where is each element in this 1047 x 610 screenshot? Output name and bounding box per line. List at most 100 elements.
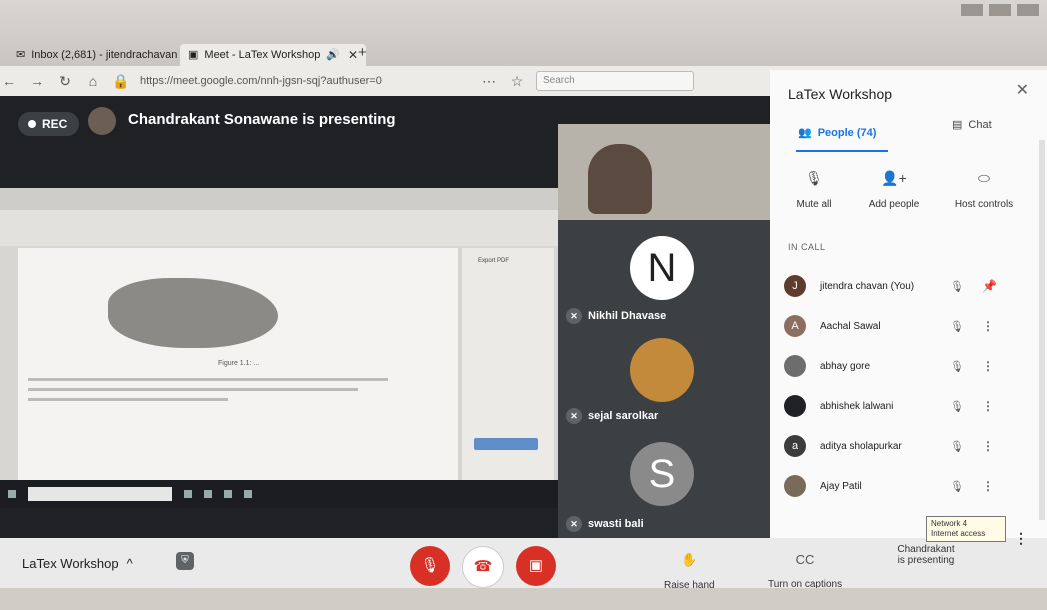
list-item[interactable]: J jitendra chavan (You) 🎙 📌 [784,266,1034,306]
shared-side-pane: Export PDF [462,248,554,480]
participant-avatar: S [630,442,694,506]
text-line [28,398,228,401]
presenting-line-1: Chandrakant [897,544,955,555]
pin-icon[interactable]: 📌 [982,279,997,293]
add-people-label: Add people [868,199,920,210]
mic-off-icon: 🎙 [950,440,964,453]
chat-icon: ▤ [952,119,963,131]
list-item[interactable]: a aditya sholapurkar 🎙 ⋮ [784,426,1034,466]
shield-icon[interactable]: ⛨ [176,552,194,570]
participant-name-label: ✕ sejal sarolkar [566,408,658,424]
meet-icon: ▣ [188,49,199,61]
mic-off-icon: 🎙 [950,400,964,413]
participant-name-label: ✕ swasti bali [566,516,644,532]
tab-chat[interactable]: ▤ Chat [952,118,992,132]
list-item[interactable]: abhishek lalwani 🎙 ⋮ [784,386,1034,426]
side-pane-button [474,438,538,450]
shared-titlebar [0,188,558,210]
more-options-icon[interactable]: ⋮ [982,439,994,453]
mic-off-icon: 🎙 [950,280,964,293]
participant-tile[interactable]: S ✕ swasti bali [558,430,770,538]
reload-icon[interactable]: ↻ [56,73,74,90]
avatar [784,355,806,377]
microphone-toggle-button[interactable]: 🎙 [410,546,450,586]
mute-all-button[interactable]: 🎙 Mute all [774,170,854,210]
mic-off-icon: ✕ [566,408,582,424]
panel-scrollbar[interactable] [1039,140,1045,520]
meeting-controls-bar: LaTex Workshop ^ ⛨ 🎙 ☎ ▣ ✋ Raise hand CC… [0,538,1047,591]
presenter-camera-tile[interactable] [558,124,770,220]
more-options-icon[interactable]: ⋮ [982,399,994,413]
lock-icon: 🔒 [112,72,130,89]
participant-tile[interactable]: ✕ sejal sarolkar [558,330,770,430]
tab-inbox[interactable]: ✉ Inbox (2,681) - jitendrachavan ✕ [8,44,193,66]
minimize-icon[interactable] [961,4,983,16]
participant-avatar: N [630,236,694,300]
maximize-icon[interactable] [989,4,1011,16]
shared-ribbon [0,210,558,246]
audio-icon[interactable]: 🔊 [326,44,340,66]
mic-off-icon: 🎙 [950,480,964,493]
mic-off-icon: ✕ [566,308,582,324]
shared-search-box [28,487,172,501]
tab-people[interactable]: 👥 People (74) [798,126,876,140]
participant-name: Aachal Sawal [820,320,881,332]
bookmark-icon[interactable]: ☆ [508,73,526,90]
list-item[interactable]: Ajay Patil 🎙 ⋮ [784,466,1034,506]
participant-list: J jitendra chavan (You) 🎙 📌 A Aachal Saw… [784,266,1034,506]
back-icon[interactable]: ← [0,73,18,89]
close-panel-icon[interactable]: ✕ [1016,80,1029,100]
more-options-icon[interactable]: ⋮ [982,479,994,493]
panel-title: LaTex Workshop [788,86,893,102]
forward-icon[interactable]: → [28,73,46,89]
presenting-line-2: is presenting [897,555,955,566]
raise-hand-button[interactable]: ✋ Raise hand [664,552,715,591]
close-window-icon[interactable] [1017,4,1039,16]
tab-inbox-label: Inbox (2,681) - jitendrachavan [31,49,178,61]
page-actions-icon[interactable]: ⋯ [480,73,498,90]
camera-toggle-button[interactable]: ▣ [516,546,556,586]
mic-off-icon: 🎙 [805,170,823,186]
document-figure [108,278,278,348]
url-bar[interactable]: https://meet.google.com/nnh-jgsn-sqj?aut… [140,75,470,87]
more-options-icon[interactable]: ⋮ [982,359,994,373]
host-controls-button[interactable]: ⬭ Host controls [944,170,1024,210]
participant-tile[interactable]: N ✕ Nikhil Dhavase [558,220,770,330]
captions-button[interactable]: CC Turn on captions [768,552,842,590]
more-options-icon[interactable]: ⋮ [982,319,994,333]
host-controls-label: Host controls [954,199,1014,210]
more-options-icon[interactable]: ⋮ [1014,530,1028,547]
meeting-details-button[interactable]: LaTex Workshop ^ [22,556,133,571]
tab-meet[interactable]: ▣ Meet - LaTex Workshop 🔊 ✕ [180,44,366,66]
meet-stage: REC Chandrakant Sonawane is presenting F… [0,96,770,538]
app-icon [204,490,212,498]
tooltip-line-1: Network 4 [931,519,968,528]
toggle-icon: ⬭ [978,170,990,186]
document-caption: Figure 1.1: ... [218,360,260,367]
new-tab-button[interactable]: + [358,44,367,61]
os-bottom-edge [0,588,1047,610]
list-item[interactable]: A Aachal Sawal 🎙 ⋮ [784,306,1034,346]
leave-call-button[interactable]: ☎ [462,546,504,588]
in-call-heading: IN CALL [788,242,826,252]
captions-icon: CC [795,552,815,567]
list-item[interactable]: abhay gore 🎙 ⋮ [784,346,1034,386]
participant-name-label: ✕ Nikhil Dhavase [566,308,666,324]
add-people-button[interactable]: 👤+ Add people [854,170,934,210]
participant-name: aditya sholapurkar [820,440,902,452]
close-tab-icon[interactable]: ✕ [348,44,358,66]
side-pane-title: Export PDF [478,258,510,264]
mic-off-icon: ✕ [566,516,582,532]
start-icon [8,490,16,498]
app-icon [224,490,232,498]
mic-off-icon: 🎙 [950,320,964,333]
text-line [28,378,388,381]
presenting-indicator[interactable]: Chandrakant is presenting [876,544,976,566]
tooltip-line-2: Internet access [931,529,986,538]
record-dot-icon [28,120,36,128]
home-icon[interactable]: ⌂ [84,73,102,89]
search-input[interactable]: Search [536,71,694,91]
app-icon [244,490,252,498]
avatar: a [784,435,806,457]
participant-name: sejal sarolkar [588,410,659,422]
